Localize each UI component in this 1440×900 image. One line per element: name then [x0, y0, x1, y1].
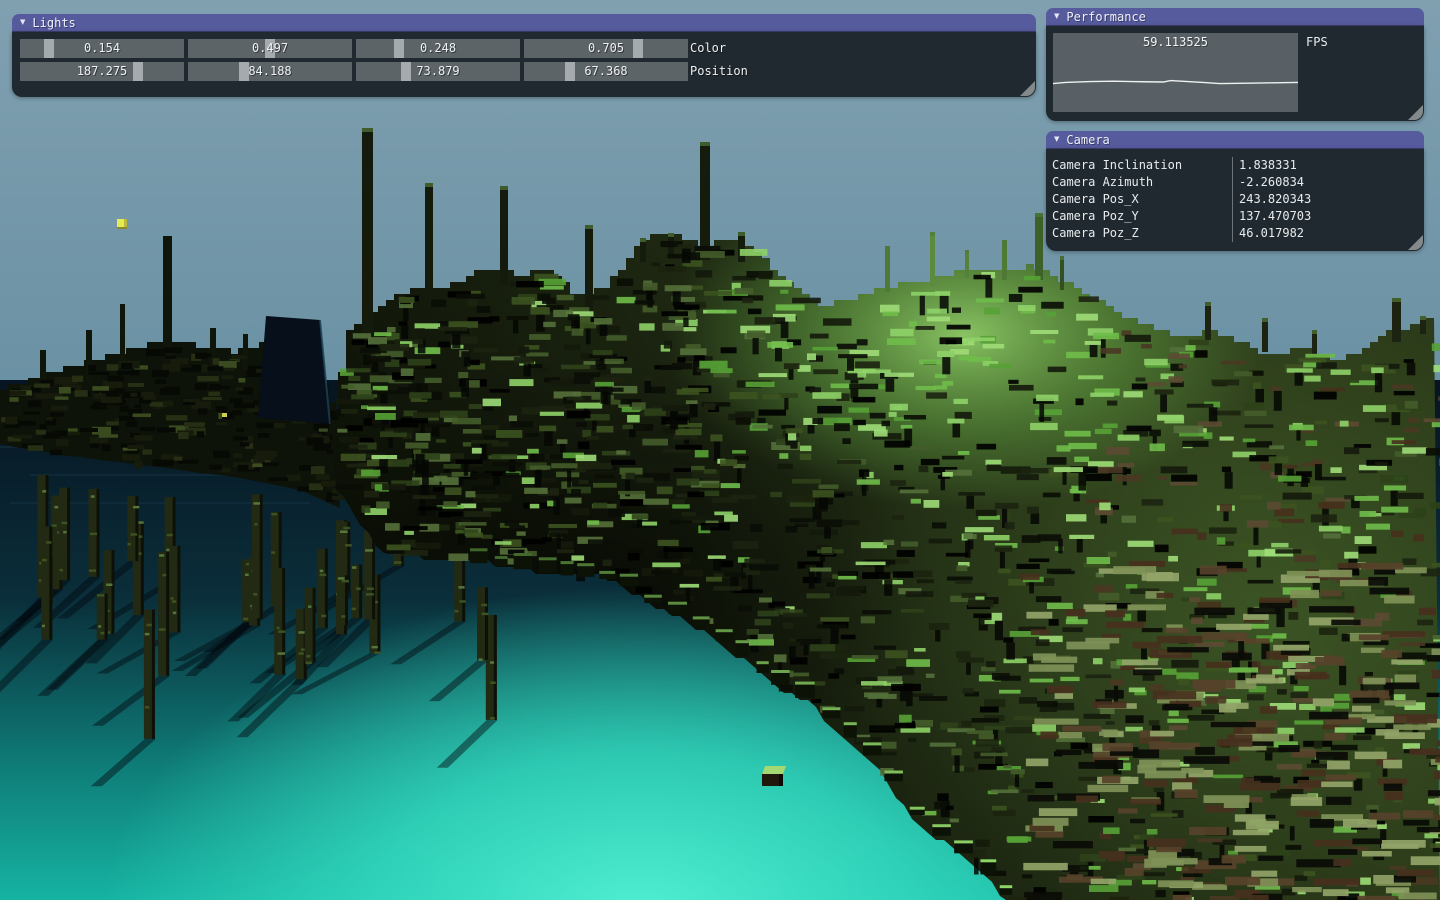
camera-property-value: 1.838331: [1232, 157, 1424, 174]
camera-panel-body: Camera Inclination1.838331Camera Azimuth…: [1046, 149, 1424, 251]
slider-value: 0.705: [524, 39, 688, 58]
camera-property-value: 46.017982: [1232, 225, 1424, 242]
camera-property-value: 137.470703: [1232, 208, 1424, 225]
slider-position-3[interactable]: 67.368: [524, 62, 688, 81]
camera-property-label: Camera Inclination: [1046, 157, 1232, 174]
performance-panel-title: Performance: [1066, 11, 1145, 23]
light-slider-row-position: 187.27584.18873.87967.368Position: [20, 62, 1036, 81]
slider-value: 67.368: [524, 62, 688, 81]
lights-panel-title: Lights: [32, 17, 75, 29]
collapse-triangle-icon[interactable]: ▼: [1054, 12, 1059, 21]
fps-graph: 59.113525: [1053, 33, 1298, 112]
performance-panel-titlebar[interactable]: ▼ Performance: [1046, 8, 1424, 26]
slider-color-2[interactable]: 0.248: [356, 39, 520, 58]
slider-value: 84.188: [188, 62, 352, 81]
slider-color-0[interactable]: 0.154: [20, 39, 184, 58]
slider-value: 187.275: [20, 62, 184, 81]
camera-property-row: Camera Pos_X243.820343: [1046, 191, 1424, 208]
camera-panel-title: Camera: [1066, 134, 1109, 146]
resize-grip-icon[interactable]: [1020, 81, 1035, 96]
collapse-triangle-icon[interactable]: ▼: [1054, 135, 1059, 144]
camera-property-label: Camera Pos_X: [1046, 191, 1232, 208]
camera-property-row: Camera Azimuth-2.260834: [1046, 174, 1424, 191]
slider-color-1[interactable]: 0.497: [188, 39, 352, 58]
light-slider-row-color: 0.1540.4970.2480.705Color: [20, 39, 1036, 58]
camera-panel-titlebar[interactable]: ▼ Camera: [1046, 131, 1424, 149]
slider-value: 0.248: [356, 39, 520, 58]
lights-panel-titlebar[interactable]: ▼ Lights: [12, 14, 1036, 32]
camera-property-row: Camera Poz_Y137.470703: [1046, 208, 1424, 225]
camera-panel: ▼ Camera Camera Inclination1.838331Camer…: [1046, 131, 1424, 251]
camera-property-value: -2.260834: [1232, 174, 1424, 191]
lights-panel-body: 0.1540.4970.2480.705Color 187.27584.18873…: [12, 32, 1036, 97]
camera-property-label: Camera Poz_Y: [1046, 208, 1232, 225]
slider-row-label: Position: [690, 62, 748, 81]
camera-property-row: Camera Poz_Z46.017982: [1046, 225, 1424, 242]
camera-property-label: Camera Azimuth: [1046, 174, 1232, 191]
voxel-engine-window: ▼ Lights 0.1540.4970.2480.705Color 187.27…: [0, 0, 1440, 900]
fps-value: 59.113525: [1053, 36, 1298, 48]
slider-position-2[interactable]: 73.879: [356, 62, 520, 81]
slider-position-0[interactable]: 187.275: [20, 62, 184, 81]
fps-label: FPS: [1306, 36, 1328, 48]
slider-color-3[interactable]: 0.705: [524, 39, 688, 58]
resize-grip-icon[interactable]: [1408, 235, 1423, 250]
slider-row-label: Color: [690, 39, 726, 58]
performance-panel: ▼ Performance 59.113525 FPS: [1046, 8, 1424, 121]
collapse-triangle-icon[interactable]: ▼: [20, 18, 25, 27]
camera-property-label: Camera Poz_Z: [1046, 225, 1232, 242]
lights-panel: ▼ Lights 0.1540.4970.2480.705Color 187.27…: [12, 14, 1036, 97]
slider-value: 73.879: [356, 62, 520, 81]
camera-property-value: 243.820343: [1232, 191, 1424, 208]
slider-position-1[interactable]: 84.188: [188, 62, 352, 81]
camera-property-row: Camera Inclination1.838331: [1046, 157, 1424, 174]
resize-grip-icon[interactable]: [1408, 105, 1423, 120]
slider-value: 0.497: [188, 39, 352, 58]
performance-panel-body: 59.113525 FPS: [1046, 26, 1424, 121]
slider-value: 0.154: [20, 39, 184, 58]
